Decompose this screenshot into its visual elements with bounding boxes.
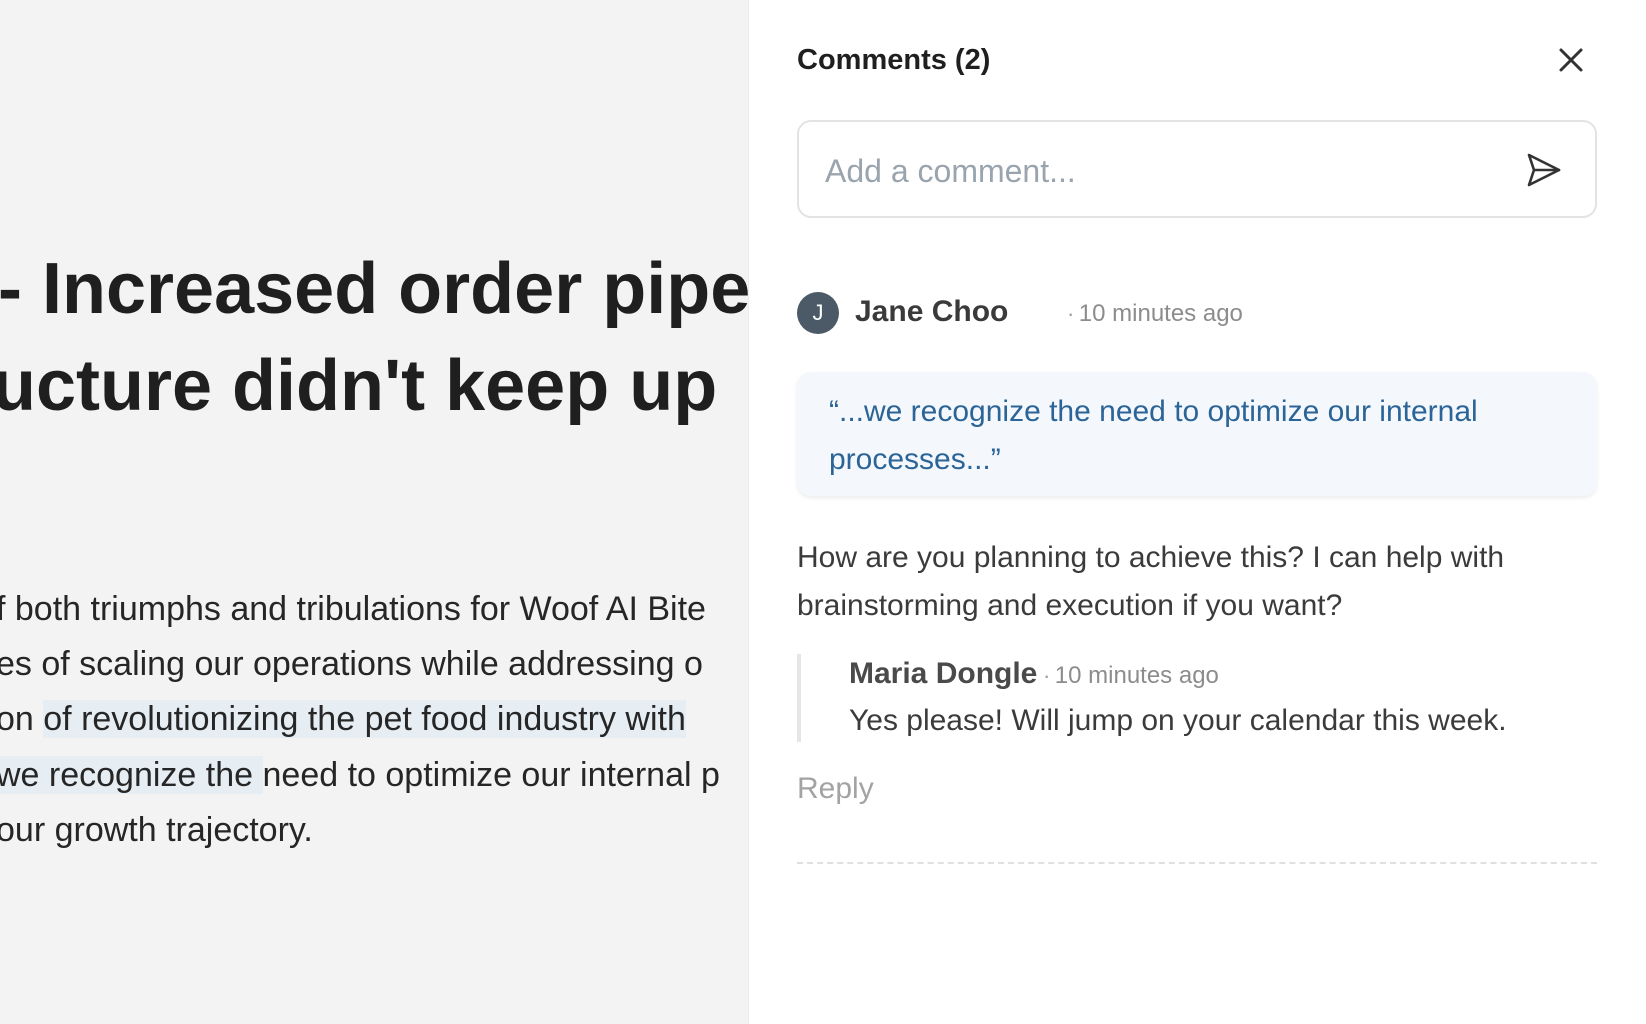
reply-button[interactable]: Reply [797, 772, 874, 806]
commented-highlight[interactable]: of revolutionizing the pet food industry… [43, 700, 686, 738]
reply-timestamp: 10 minutes ago [1054, 662, 1219, 689]
doc-text: need to optimize our internal p [262, 756, 720, 794]
commented-highlight[interactable]: we recognize the [0, 756, 263, 794]
doc-body-line-2: es of scaling our operations while addre… [0, 645, 703, 683]
comment-composer [797, 120, 1597, 218]
comment-timestamp: 10 minutes ago [1078, 300, 1243, 327]
doc-body-line-5: our growth trajectory. [0, 811, 313, 849]
comments-panel: Comments (2) J Jane Choo · 10 minutes ag… [748, 0, 1646, 1024]
reply-author: Maria Dongle [849, 657, 1038, 690]
reply-item: Maria Dongle · 10 minutes ago Yes please… [797, 654, 1601, 742]
comment-author: Jane Choo [855, 295, 1009, 328]
quoted-text: “...we recognize the need to optimize ou… [797, 372, 1597, 496]
separator-dot: · [1067, 301, 1075, 326]
comment-body: How are you planning to achieve this? I … [797, 541, 1505, 622]
close-icon [1559, 48, 1583, 72]
doc-text: on [0, 700, 44, 738]
doc-heading-line-2: ucture didn't keep up [0, 346, 718, 426]
reply-meta: · 10 minutes ago [1043, 662, 1219, 690]
close-button[interactable] [1551, 40, 1591, 80]
thread-divider [797, 862, 1597, 864]
avatar: J [797, 292, 839, 334]
add-comment-input[interactable] [823, 148, 1487, 194]
separator-dot: · [1043, 663, 1051, 688]
doc-body-line-3: on of revolutionizing the pet food indus… [0, 700, 686, 738]
doc-body-line-1: f both triumphs and tribulations for Woo… [0, 590, 706, 628]
document-area: - Increased order pipel ucture didn't ke… [0, 0, 748, 1024]
comment-meta: · 10 minutes ago [1067, 300, 1243, 328]
reply-body: Yes please! Will jump on your calendar t… [849, 704, 1507, 737]
doc-heading-line-1: - Increased order pipel [0, 249, 748, 329]
send-icon [1527, 153, 1561, 187]
send-button[interactable] [1521, 148, 1565, 192]
comments-title: Comments (2) [797, 44, 991, 76]
doc-body-line-4: we recognize the need to optimize our in… [0, 756, 720, 794]
comment-header: J Jane Choo · 10 minutes ago [797, 292, 1597, 334]
